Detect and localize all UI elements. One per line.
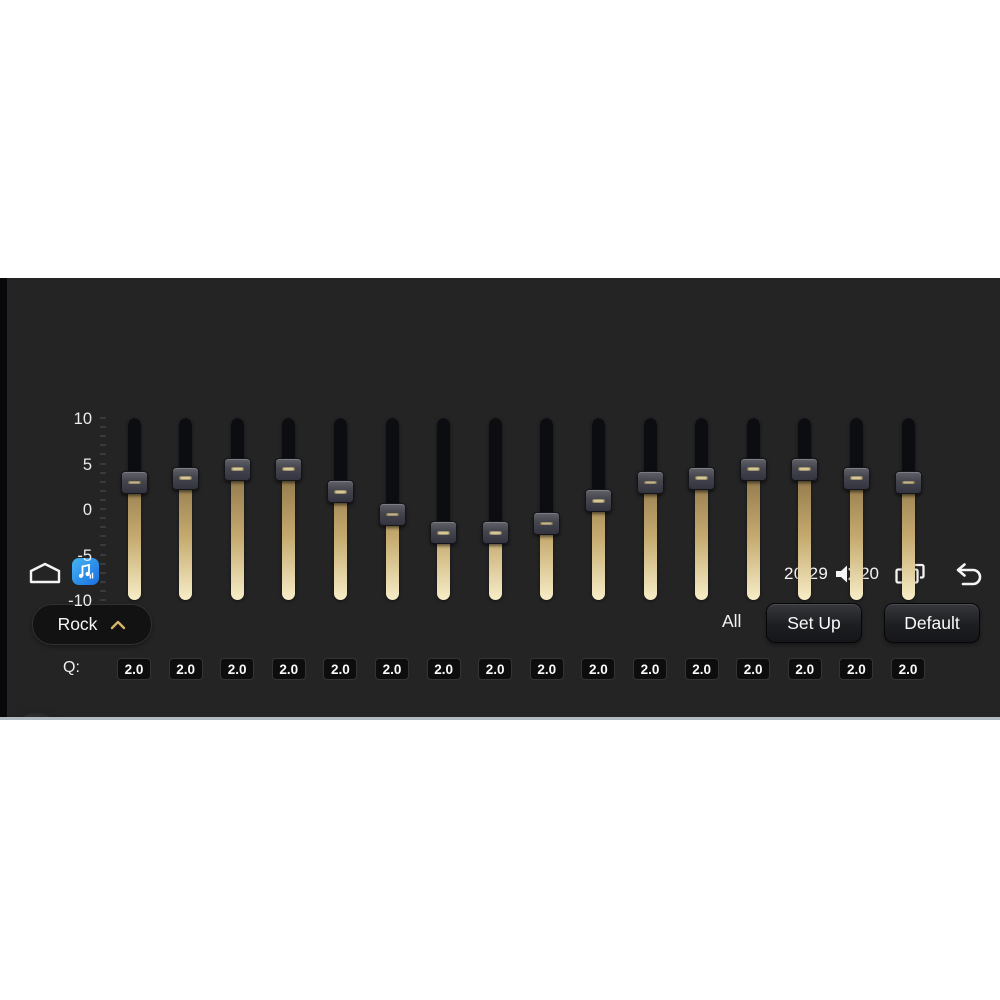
q-value-chip[interactable]: 2.0 [736,658,771,680]
gain-scale-label: -10 [68,592,92,610]
gain-slider-thumb[interactable] [326,480,354,504]
gain-tick [100,498,106,501]
q-value-chip[interactable]: 2.0 [839,658,874,680]
thumb-marker [488,531,502,535]
gain-tick [100,462,106,465]
default-button[interactable]: Default [884,603,980,643]
gain-tick [100,517,106,520]
thumb-marker [901,480,915,485]
q-value-chip[interactable]: 2.0 [529,658,564,680]
preset-label: Rock [57,614,98,634]
gain-scale-label: 5 [82,455,92,474]
back-icon[interactable] [951,562,983,586]
gain-tick [100,508,106,510]
gain-tick [100,571,106,574]
gain-slider-thumb[interactable] [533,512,561,536]
gain-tick [100,417,106,419]
gain-slider-thumb[interactable] [584,489,612,513]
gain-scale-label: 10 [73,410,92,428]
gain-slider-thumb[interactable] [894,471,922,495]
q-value-chip[interactable]: 2.0 [375,658,409,680]
thumb-marker [695,476,709,480]
gain-slider-track-upper[interactable] [385,418,399,515]
gain-tick [100,589,106,592]
thumb-marker [282,467,296,471]
thumb-marker [540,521,554,526]
volume-level: 20 [860,564,879,583]
gain-slider-thumb[interactable] [481,521,509,545]
thumb-marker [643,480,657,485]
set-up-button[interactable]: Set Up [766,603,862,643]
gain-slider-thumb[interactable] [636,471,664,495]
page: 20:29 20 [0,0,1000,1000]
gain-scale-label: -5 [77,546,92,565]
thumb-marker [230,467,244,471]
thumb-marker [385,512,399,517]
thumb-marker [849,476,863,480]
q-value-chip[interactable]: 2.0 [633,658,667,680]
q-value-chip[interactable]: 2.0 [271,658,306,680]
gain-slider-thumb[interactable] [430,521,458,545]
chevron-up-icon [110,620,126,630]
gain-slider-thumb[interactable] [688,466,716,490]
q-value-chip[interactable]: 2.0 [684,658,719,680]
gain-slider-thumb[interactable] [223,457,251,481]
gain-slider-thumb[interactable] [842,466,870,490]
thumb-marker [798,467,812,471]
q-row-label: Q: [63,659,80,676]
gain-slider-thumb[interactable] [791,457,819,481]
gain-tick [100,453,106,456]
gain-slider-track-upper[interactable] [540,418,554,524]
gain-tick [100,526,106,529]
thumb-marker [591,499,605,503]
gain-tick [100,580,106,583]
gain-slider-track-upper[interactable] [488,418,502,533]
gain-tick [100,599,106,601]
thumb-marker [746,467,760,471]
gain-tick [100,553,106,556]
q-value-chip[interactable]: 2.0 [323,658,358,680]
q-value-chip[interactable]: 2.0 [891,658,925,680]
thumb-marker [127,480,141,485]
gain-tick [100,535,106,538]
gain-tick [100,562,106,565]
gain-tick [100,426,106,429]
gain-tick [100,471,106,474]
preset-dropdown[interactable]: Rock [32,604,152,645]
q-value-chip[interactable]: 2.0 [581,658,616,680]
q-value-chip[interactable]: 2.0 [426,658,461,680]
gain-tick [100,435,106,438]
q-value-chip[interactable]: 2.0 [168,658,203,680]
q-value-chip[interactable]: 2.0 [220,658,255,680]
q-value-chip[interactable]: 2.0 [787,658,822,680]
head-unit-screen: 20:29 20 [0,278,1000,720]
gain-tick [100,544,106,547]
gain-slider-track-upper[interactable] [437,418,451,533]
car-surround-button[interactable] [8,713,66,717]
status-right-cluster: 20:29 20 [784,561,983,587]
gain-slider-thumb[interactable] [120,471,148,495]
q-value-chip[interactable]: 2.0 [478,658,513,680]
thumb-marker [333,490,347,494]
gain-tick [100,489,106,492]
gain-scale-label: 0 [82,501,92,519]
all-label: All [722,611,742,631]
gain-tick [100,480,106,483]
q-value-chip[interactable]: 2.0 [117,658,151,680]
thumb-marker [179,476,193,480]
gain-slider-thumb[interactable] [739,457,767,481]
gain-slider-thumb[interactable] [378,503,406,527]
thumb-marker [437,531,451,535]
gain-tick [100,444,106,447]
gain-slider-thumb[interactable] [172,466,200,490]
gain-slider-thumb[interactable] [275,457,303,481]
screen-left-bezel [0,278,7,717]
